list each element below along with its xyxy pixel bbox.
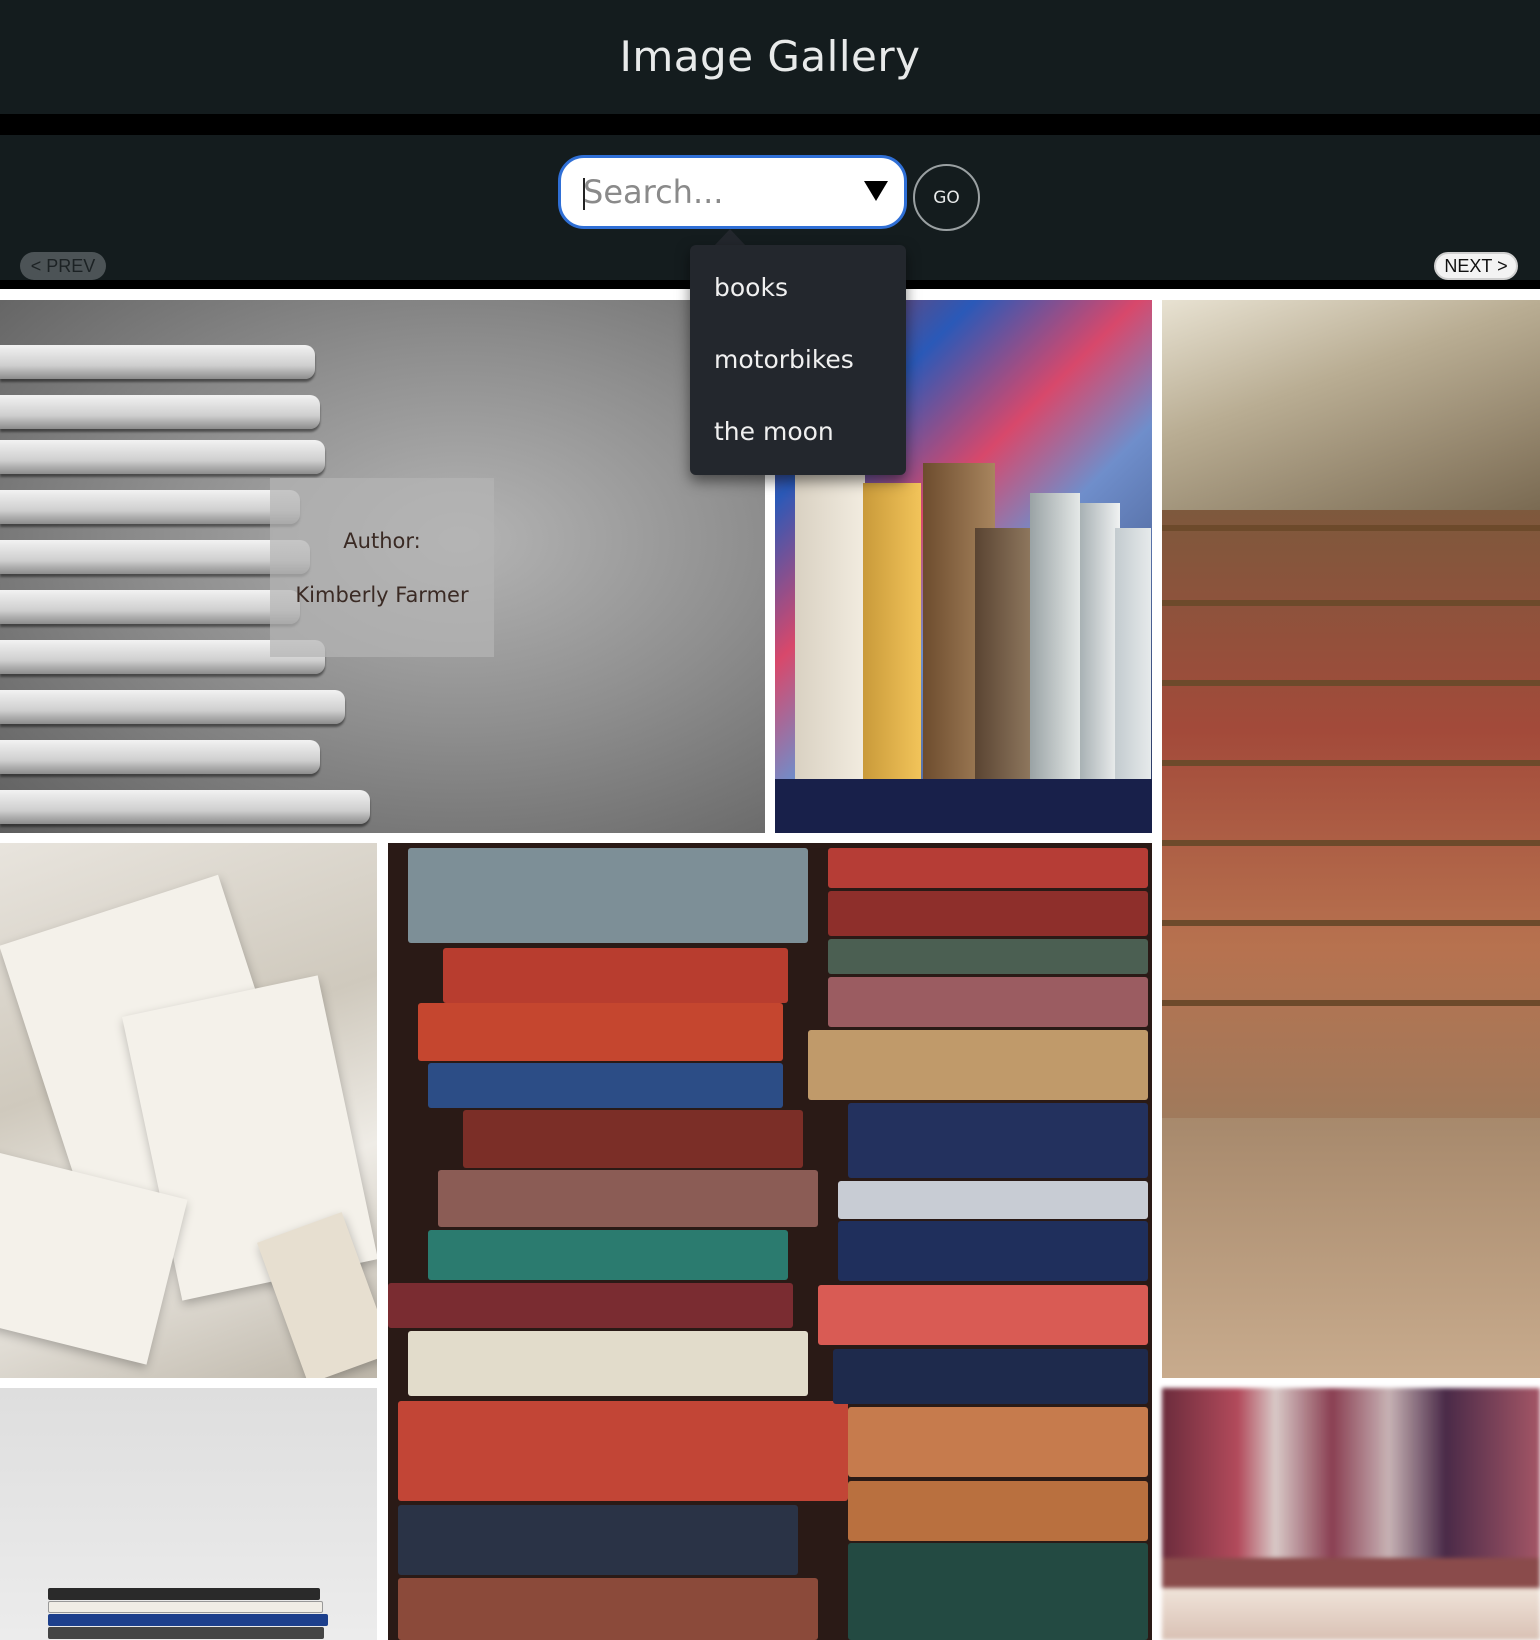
suggestion-motorbikes[interactable]: motorbikes bbox=[714, 345, 854, 374]
header: Image Gallery bbox=[0, 0, 1540, 114]
book-spine bbox=[833, 1349, 1148, 1404]
book-spine bbox=[418, 1003, 783, 1061]
shelf-line bbox=[1162, 760, 1540, 766]
book-shape bbox=[0, 790, 370, 824]
book-spine bbox=[388, 1283, 793, 1328]
book-spine bbox=[1080, 503, 1120, 793]
book-spine bbox=[438, 1170, 818, 1227]
book-spine bbox=[398, 1401, 848, 1501]
book-shape bbox=[48, 1627, 324, 1639]
author-label: Author: bbox=[343, 528, 421, 553]
shelf-line bbox=[1162, 840, 1540, 846]
book-spine bbox=[428, 1063, 783, 1108]
book-spine bbox=[848, 1407, 1148, 1477]
book-shape bbox=[0, 440, 325, 474]
table-surface bbox=[1162, 1588, 1540, 1640]
book-spine bbox=[848, 1103, 1148, 1178]
book-shape bbox=[0, 395, 320, 429]
gallery-image-old-books[interactable] bbox=[388, 843, 1152, 1640]
book-spine bbox=[838, 1221, 1148, 1281]
book-shape bbox=[48, 1588, 320, 1600]
book-shape bbox=[0, 740, 320, 774]
prev-button[interactable]: < PREV bbox=[20, 252, 106, 280]
gallery-image-blurred-library[interactable] bbox=[1162, 1388, 1540, 1640]
text-cursor bbox=[583, 178, 585, 210]
image-gallery: Author: Kimberly Farmer bbox=[0, 300, 1540, 1640]
dropdown-arrow-icon[interactable] bbox=[864, 181, 888, 201]
book-shape bbox=[0, 690, 345, 724]
book-spine bbox=[428, 1230, 788, 1280]
book-spine bbox=[828, 939, 1148, 974]
book-spine bbox=[848, 1481, 1148, 1541]
book-spine bbox=[838, 1181, 1148, 1219]
shelf-base bbox=[775, 779, 1152, 833]
library-floor bbox=[1162, 1118, 1540, 1378]
gallery-image-small-stack[interactable] bbox=[0, 1388, 377, 1640]
book-spine bbox=[828, 977, 1148, 1027]
author-overlay: Author: Kimberly Farmer bbox=[270, 478, 494, 657]
book-spine bbox=[1030, 493, 1080, 793]
book-spine bbox=[408, 848, 808, 943]
book-spine bbox=[463, 1110, 803, 1168]
book-spine bbox=[848, 1543, 1148, 1640]
library-ceiling bbox=[1162, 300, 1540, 510]
shelf-line bbox=[1162, 600, 1540, 606]
book-shape bbox=[0, 540, 310, 574]
search-input[interactable] bbox=[583, 170, 843, 214]
gallery-image-open-books[interactable] bbox=[0, 843, 377, 1378]
book-shape bbox=[48, 1601, 323, 1613]
book-spine bbox=[863, 483, 921, 793]
book-spine bbox=[1115, 528, 1151, 793]
search-suggestions-menu: books motorbikes the moon bbox=[690, 245, 906, 475]
go-button[interactable]: GO bbox=[913, 164, 980, 231]
shelf-line bbox=[1162, 920, 1540, 926]
book-spine bbox=[408, 1331, 808, 1396]
header-divider bbox=[0, 114, 1540, 135]
book-spine bbox=[443, 948, 788, 1003]
next-button[interactable]: NEXT > bbox=[1434, 252, 1518, 280]
book-spine bbox=[808, 1030, 1148, 1100]
book-spine bbox=[818, 1285, 1148, 1345]
book-spine bbox=[828, 891, 1148, 936]
book-shape bbox=[48, 1614, 328, 1626]
book-spine bbox=[795, 473, 865, 793]
book-shape bbox=[0, 590, 300, 624]
search-box[interactable] bbox=[558, 155, 907, 229]
page-title: Image Gallery bbox=[619, 31, 921, 81]
book-spine bbox=[398, 1505, 798, 1575]
book-spine bbox=[398, 1578, 818, 1640]
gallery-image-book-stack[interactable]: Author: Kimberly Farmer bbox=[0, 300, 765, 833]
author-name: Kimberly Farmer bbox=[295, 582, 469, 607]
shelf-line bbox=[1162, 1558, 1540, 1588]
book-spine bbox=[828, 848, 1148, 888]
book-shape bbox=[0, 345, 315, 379]
suggestion-books[interactable]: books bbox=[714, 273, 788, 302]
book-shape bbox=[0, 490, 300, 524]
shelf-line bbox=[1162, 525, 1540, 531]
suggestion-the-moon[interactable]: the moon bbox=[714, 417, 834, 446]
gallery-image-library[interactable] bbox=[1162, 300, 1540, 1378]
shelf-line bbox=[1162, 1000, 1540, 1006]
shelf-line bbox=[1162, 680, 1540, 686]
dropdown-pointer bbox=[714, 229, 746, 246]
